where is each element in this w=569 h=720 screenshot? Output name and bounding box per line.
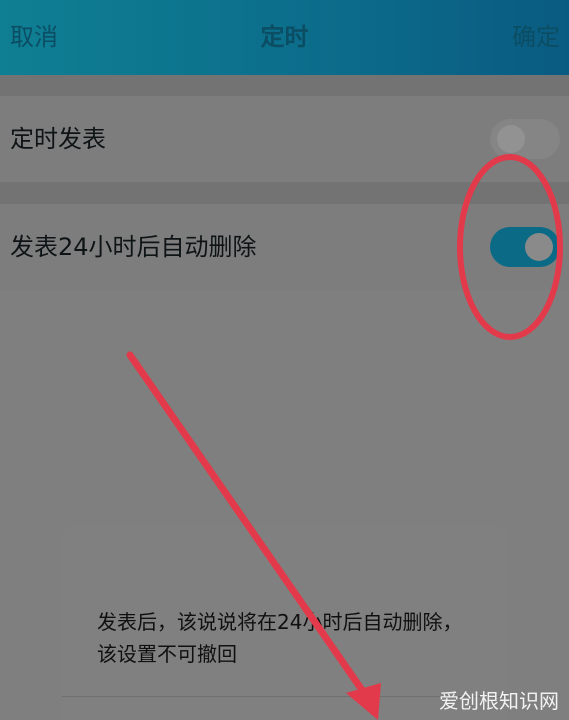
confirm-button[interactable]: 确定 [512,0,560,75]
dialog-message: 发表后，该说说将在24小时后自动删除，该设置不可撤回 [97,610,463,666]
setting-label: 发表24小时后自动删除 [10,233,257,261]
page-title: 定时 [260,23,309,51]
section-divider [0,75,569,96]
setting-row-auto-delete: 发表24小时后自动删除 [0,204,569,290]
top-bar: 取消 定时 确定 [0,0,569,75]
toggle-knob [525,233,553,261]
scheduled-post-toggle[interactable] [490,119,560,159]
watermark: 爱创根知识网 [439,689,559,713]
section-divider [0,182,569,204]
setting-label: 定时发表 [10,125,106,153]
auto-delete-toggle[interactable] [490,227,560,267]
setting-row-scheduled-post: 定时发表 [0,96,569,182]
toggle-knob [497,125,525,153]
